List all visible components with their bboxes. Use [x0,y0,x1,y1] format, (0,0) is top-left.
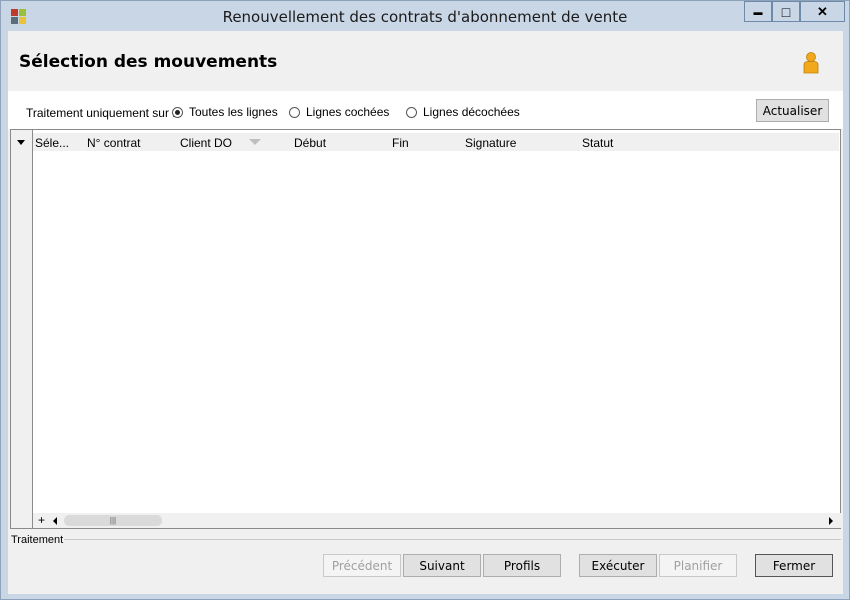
scrollbar-thumb[interactable]: ||| [64,515,162,526]
column-header-selection[interactable]: Séle... [35,136,69,150]
column-header-client[interactable]: Client DO [180,136,232,150]
window-title: Renouvellement des contrats d'abonnement… [222,8,628,26]
previous-button[interactable]: Précédent [323,554,401,577]
next-button[interactable]: Suivant [403,554,481,577]
radio-checked-lines[interactable]: Lignes cochées [289,105,389,119]
radio-label: Lignes décochées [423,105,520,119]
user-icon[interactable] [802,52,820,74]
scroll-right-icon[interactable] [829,517,833,525]
page-header: Sélection des mouvements [8,31,843,91]
sort-icon [249,139,261,145]
movements-grid[interactable]: Séle... N° contrat Client DO Début Fin S… [10,129,841,529]
row-selector-column [11,130,33,528]
maximize-button[interactable]: □ [772,1,800,22]
radio-unchecked-lines[interactable]: Lignes décochées [406,105,520,119]
radio-all-lines[interactable]: Toutes les lignes [172,105,278,119]
radio-label: Lignes cochées [306,105,390,119]
client-area: Sélection des mouvements Traitement uniq… [8,31,843,594]
radio-unchecked-icon [289,106,300,118]
close-button[interactable]: Fermer [755,554,833,577]
filter-bar: Traitement uniquement sur : Toutes les l… [8,91,843,129]
minimize-icon: ▬ [753,6,763,17]
radio-checked-icon [172,106,183,118]
column-header-contract-number[interactable]: N° contrat [87,136,140,150]
page-title: Sélection des mouvements [19,52,278,72]
column-header-start[interactable]: Début [294,136,326,150]
scroll-left-icon[interactable] [53,517,57,525]
title-bar[interactable]: Renouvellement des contrats d'abonnement… [1,1,849,31]
schedule-button[interactable]: Planifier [659,554,737,577]
radio-unchecked-icon [406,106,417,118]
grid-header: Séle... N° contrat Client DO Début Fin S… [33,133,839,151]
filter-label: Traitement uniquement sur : [26,106,176,120]
dropdown-arrow-icon[interactable] [17,140,25,145]
column-header-status[interactable]: Statut [582,136,613,150]
maximize-icon: □ [781,3,791,20]
profiles-button[interactable]: Profils [483,554,561,577]
minimize-button[interactable]: ▬ [744,1,772,22]
section-label: Traitement [11,534,64,546]
column-header-end[interactable]: Fin [392,136,409,150]
horizontal-scrollbar[interactable]: + ||| [33,513,841,528]
add-column-icon[interactable]: + [38,513,45,527]
column-header-signature[interactable]: Signature [465,136,516,150]
close-icon: ✕ [817,3,828,19]
execute-button[interactable]: Exécuter [579,554,657,577]
section-divider [64,539,841,540]
refresh-button[interactable]: Actualiser [756,99,829,122]
close-window-button[interactable]: ✕ [800,1,845,22]
radio-label: Toutes les lignes [189,105,278,119]
main-window: Renouvellement des contrats d'abonnement… [0,0,850,600]
